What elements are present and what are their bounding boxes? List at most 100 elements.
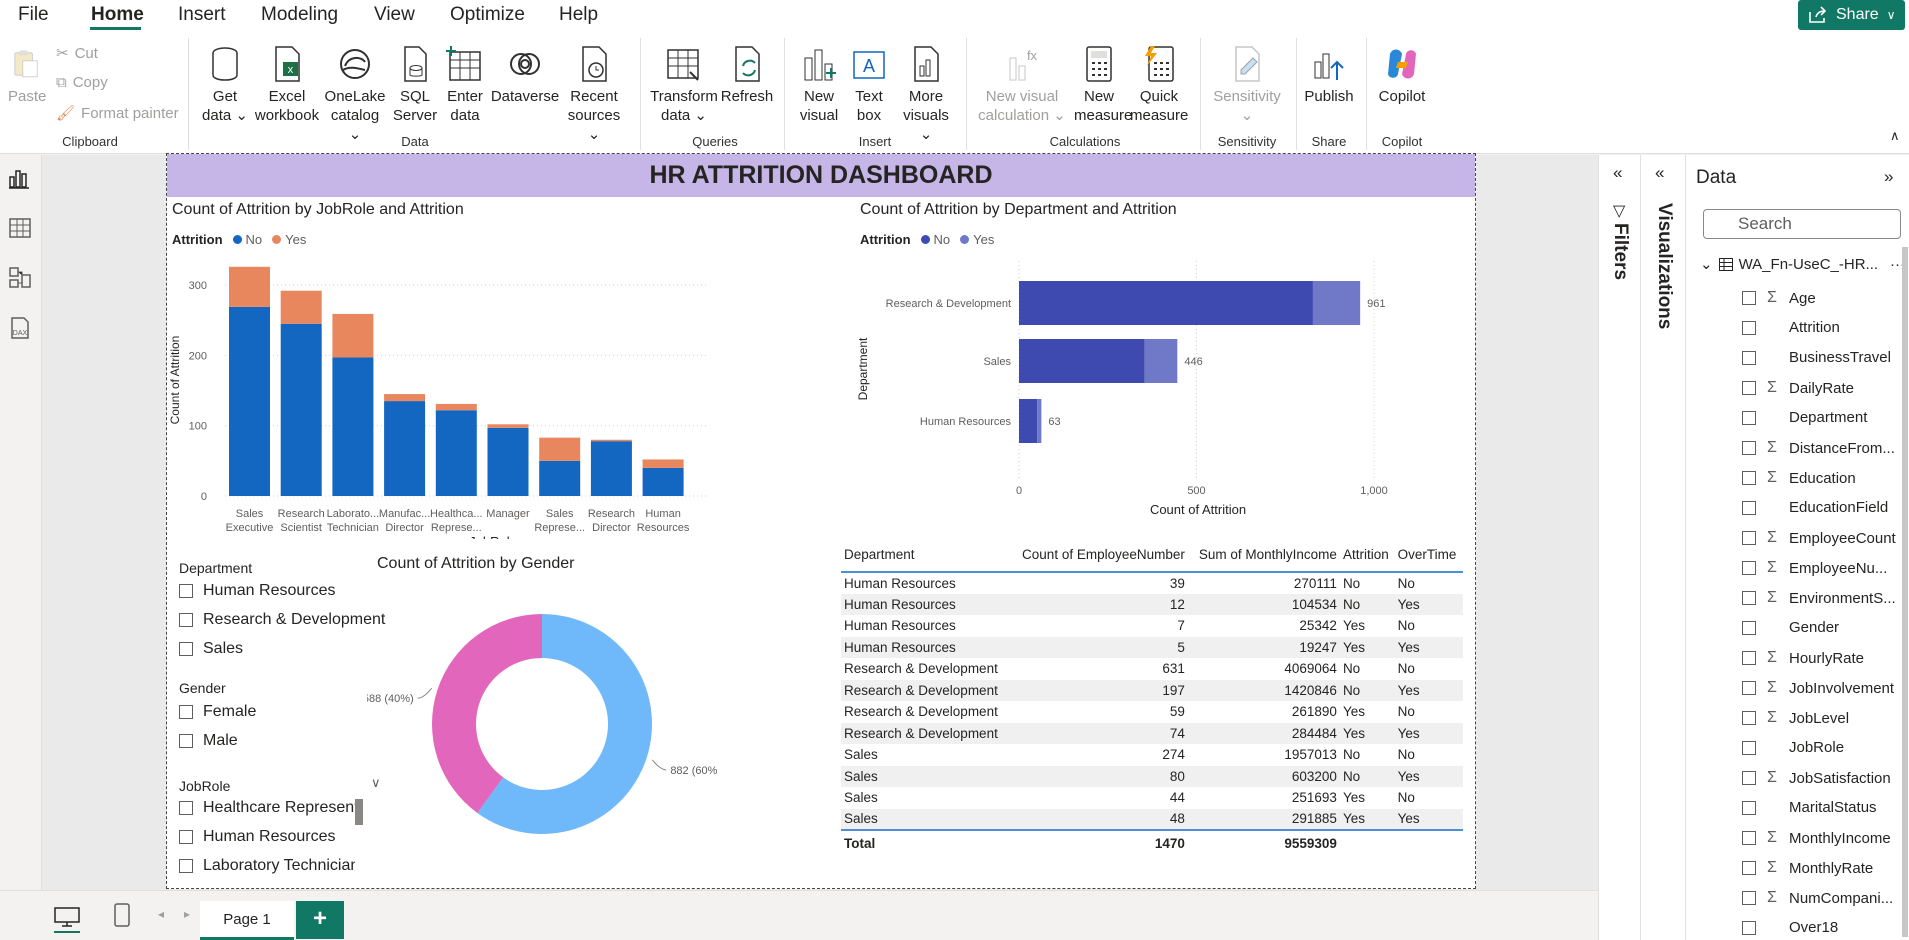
field-item[interactable]: Σ EmployeeCount [1742, 529, 1896, 547]
checkbox[interactable] [1742, 350, 1756, 365]
menu-view[interactable]: View [374, 4, 415, 26]
report-view-icon[interactable] [7, 165, 33, 191]
format-painter-button[interactable]: 🖌 Format painter [56, 104, 179, 123]
checkbox[interactable] [1742, 651, 1756, 665]
copilot-button[interactable]: Copilot [1374, 44, 1430, 106]
slicer-item-human-resources[interactable]: Human Resources [179, 582, 336, 600]
field-item[interactable]: Attrition [1742, 319, 1840, 336]
table-node[interactable]: ⌄ WA_Fn-UseC_-HR... ··· [1700, 255, 1905, 274]
quick-measure-button[interactable]: Quick measure [1130, 44, 1188, 125]
next-page-icon[interactable]: ▸ [184, 907, 190, 921]
copy-button[interactable]: ⧉ Copy [56, 74, 108, 91]
add-page-button[interactable]: + [296, 901, 344, 939]
model-view-icon[interactable] [7, 265, 33, 291]
cut-button[interactable]: ✂ Cut [56, 44, 98, 63]
checkbox[interactable] [1742, 320, 1756, 335]
checkbox[interactable] [1742, 591, 1756, 605]
field-item[interactable]: Σ MonthlyRate [1742, 859, 1873, 877]
checkbox[interactable] [1742, 920, 1756, 935]
field-item[interactable]: Σ MonthlyIncome [1742, 829, 1891, 847]
checkbox[interactable] [1742, 800, 1756, 815]
field-item[interactable]: BusinessTravel [1742, 349, 1891, 366]
field-item[interactable]: JobRole [1742, 739, 1844, 756]
excel-workbook-button[interactable]: x Excel workbook [252, 44, 322, 125]
checkbox[interactable] [1742, 531, 1756, 545]
checkbox[interactable] [1742, 500, 1756, 515]
table-view-icon[interactable] [7, 215, 33, 241]
data-pane-scrollbar[interactable] [1902, 247, 1908, 937]
checkbox[interactable] [1742, 891, 1756, 905]
refresh-button[interactable]: Refresh [720, 44, 774, 106]
field-item[interactable]: Σ EnvironmentS... [1742, 589, 1896, 607]
new-measure-button[interactable]: New measure [1074, 44, 1132, 125]
dataverse-button[interactable]: Dataverse [490, 44, 560, 106]
slicer-item-laboratory-technician[interactable]: Laboratory Technician [179, 857, 355, 875]
publish-button[interactable]: Publish [1302, 44, 1356, 106]
jobrole-column-chart[interactable]: Count of Attrition 0 100 200 300 Sales Executi… [167, 249, 827, 539]
field-item[interactable]: Gender [1742, 619, 1839, 636]
new-visual-calculation-button[interactable]: fx New visual calculation ⌄ [976, 44, 1068, 125]
slicer-item-female[interactable]: Female [179, 703, 256, 721]
search-input[interactable]: Search [1703, 209, 1901, 239]
slicer-scrollbar[interactable] [355, 799, 363, 825]
paste-button[interactable]: Paste [8, 44, 46, 106]
get-data-button[interactable]: Get data ⌄ [200, 44, 250, 125]
visualizations-label[interactable]: Visualizations [1653, 203, 1675, 329]
slicer-item-research-development[interactable]: Research & Development [179, 611, 385, 629]
slicer-item-human-resources-role[interactable]: Human Resources [179, 828, 336, 846]
menu-home[interactable]: Home [91, 4, 144, 26]
field-item[interactable]: Σ Age [1742, 289, 1816, 307]
checkbox[interactable] [1742, 740, 1756, 755]
filters-label[interactable]: Filters [1609, 223, 1631, 280]
checkbox[interactable] [1742, 681, 1756, 695]
page-tab-page-1[interactable]: Page 1 [200, 901, 294, 940]
new-visual-button[interactable]: New visual [794, 44, 844, 125]
checkbox[interactable] [1742, 410, 1756, 425]
menu-insert[interactable]: Insert [178, 4, 226, 26]
department-bar-chart[interactable]: 0 500 1,000 Research & Development 961 Sales 4… [853, 249, 1468, 534]
mobile-layout-icon[interactable] [114, 903, 130, 927]
checkbox[interactable] [1742, 831, 1756, 845]
field-item[interactable]: Department [1742, 409, 1867, 426]
checkbox[interactable] [1742, 771, 1756, 785]
enter-data-button[interactable]: Enter data [442, 44, 488, 125]
checkbox[interactable] [1742, 441, 1756, 455]
transform-data-button[interactable]: Transform data ⌄ [650, 44, 718, 125]
checkbox[interactable] [1742, 561, 1756, 575]
column-header[interactable]: OverTime [1394, 538, 1463, 573]
field-item[interactable]: EducationField [1742, 499, 1888, 516]
field-item[interactable]: Σ NumCompani... [1742, 889, 1893, 907]
field-item[interactable]: MaritalStatus [1742, 799, 1877, 816]
collapse-data-icon[interactable]: » [1884, 167, 1893, 187]
slicer-item-healthcare-representative[interactable]: Healthcare Representative [179, 799, 355, 817]
field-item[interactable]: Σ EmployeeNu... [1742, 559, 1887, 577]
text-box-button[interactable]: A Text box [846, 44, 892, 125]
field-item[interactable]: Σ JobInvolvement [1742, 679, 1894, 697]
dax-query-view-icon[interactable]: DAX [7, 315, 33, 341]
slicer-item-sales[interactable]: Sales [179, 640, 243, 658]
column-header[interactable]: Attrition [1339, 538, 1395, 573]
prev-page-icon[interactable]: ◂ [158, 907, 164, 921]
field-item[interactable]: Σ Education [1742, 469, 1856, 487]
checkbox[interactable] [1742, 620, 1756, 635]
checkbox[interactable] [1742, 861, 1756, 875]
menu-help[interactable]: Help [559, 4, 598, 26]
sql-server-button[interactable]: SQL Server [392, 44, 438, 125]
column-header[interactable]: Sum of MonthlyIncome [1187, 538, 1340, 573]
sensitivity-button[interactable]: Sensitivity ⌄ [1210, 44, 1284, 125]
column-header[interactable]: Department [841, 538, 1010, 573]
gender-donut-chart[interactable]: 882 (60%) 588 (40%) [367, 574, 717, 874]
more-visuals-button[interactable]: More visuals ⌄ [898, 44, 954, 144]
slicer-item-male[interactable]: Male [179, 732, 238, 750]
field-item[interactable]: Σ HourlyRate [1742, 649, 1864, 667]
field-item[interactable]: Σ DailyRate [1742, 379, 1854, 397]
desktop-layout-icon[interactable] [54, 907, 80, 927]
column-header[interactable]: Count of EmployeeNumber [1009, 538, 1188, 573]
collapse-ribbon-icon[interactable]: ∧ [1890, 128, 1900, 144]
menu-file[interactable]: File [18, 4, 49, 26]
collapse-visualizations-icon[interactable]: « [1655, 163, 1664, 183]
menu-modeling[interactable]: Modeling [261, 4, 338, 26]
checkbox[interactable] [1742, 711, 1756, 725]
recent-sources-button[interactable]: Recent sources ⌄ [564, 44, 624, 144]
checkbox[interactable] [1742, 471, 1756, 485]
